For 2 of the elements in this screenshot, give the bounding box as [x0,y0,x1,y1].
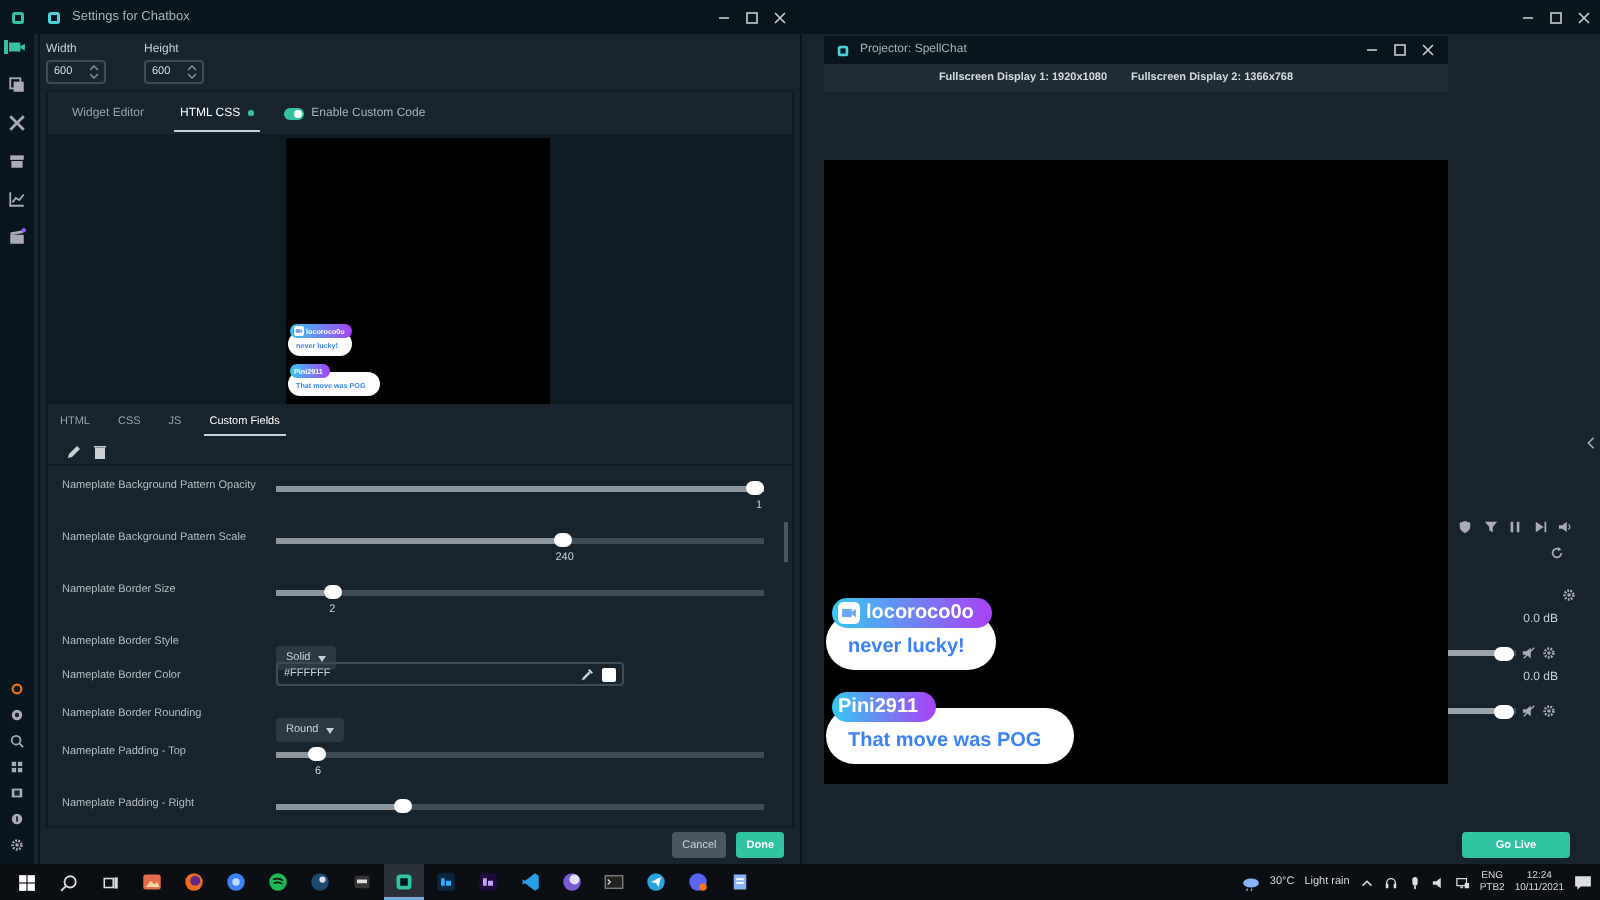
username-badge: locoroco0o [832,598,992,628]
username-badge: Pini2911 [832,692,937,722]
